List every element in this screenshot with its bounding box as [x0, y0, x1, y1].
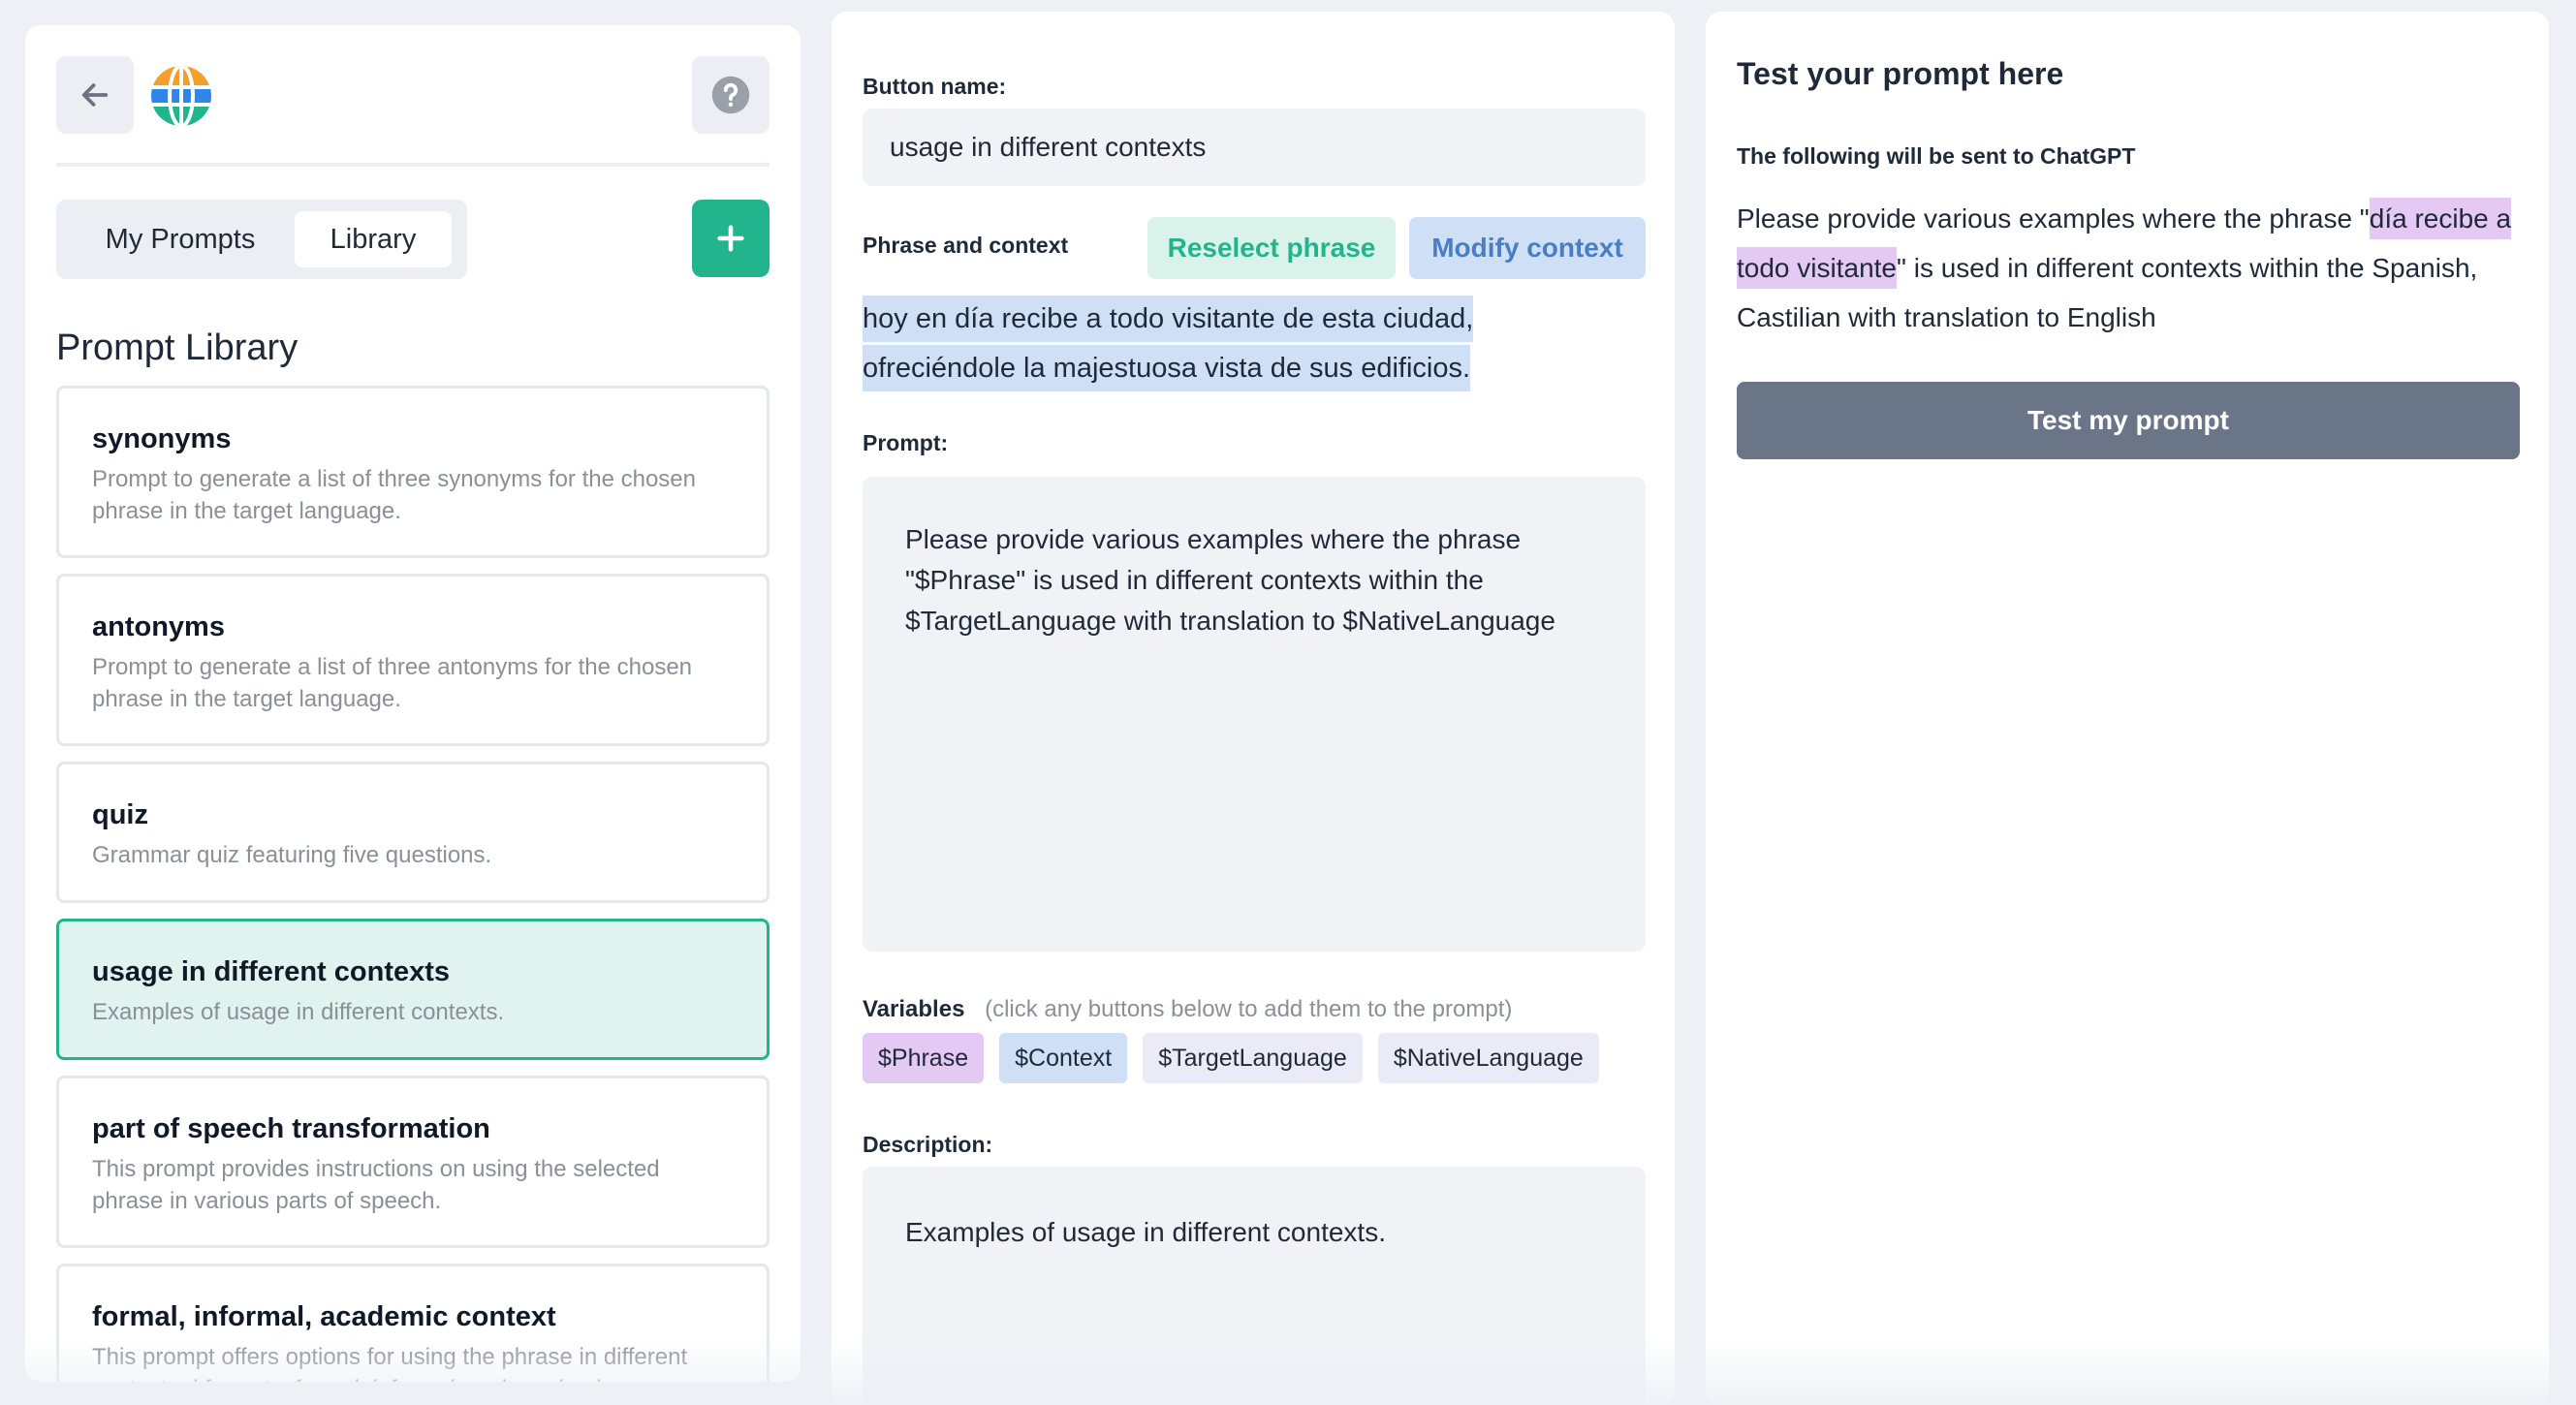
card-description: Grammar quiz featuring five questions.	[92, 842, 492, 868]
card-title: quiz	[92, 799, 148, 830]
card-description: This prompt provides instructions on usi…	[92, 1156, 660, 1214]
variable-chip-context[interactable]: $Context	[999, 1033, 1128, 1083]
prompt-editor-panel: Button name: usage in different contexts…	[832, 12, 1675, 1405]
sent-to-label: The following will be sent to ChatGPT	[1737, 143, 2136, 169]
help-button[interactable]	[692, 56, 770, 134]
reselect-phrase-button[interactable]: Reselect phrase	[1147, 217, 1396, 279]
context-line: hoy en día recibe a todo visitante de es…	[863, 296, 1474, 342]
card-description: Examples of usage in different contexts.	[92, 999, 505, 1025]
prompt-card-synonyms[interactable]: synonyms Prompt to generate a list of th…	[56, 386, 770, 558]
prompt-library-panel: My Prompts Library Prompt Library synony…	[25, 25, 801, 1382]
add-prompt-button[interactable]	[692, 200, 770, 277]
variables-label: Variables	[863, 996, 965, 1022]
description-textarea[interactable]: Examples of usage in different contexts.	[863, 1167, 1646, 1405]
prompt-card-formal-informal[interactable]: formal, informal, academic context This …	[56, 1264, 770, 1382]
card-title: usage in different contexts	[92, 956, 451, 987]
prompt-card-antonyms[interactable]: antonyms Prompt to generate a list of th…	[56, 574, 770, 746]
divider	[56, 163, 770, 167]
prompt-card-part-of-speech[interactable]: part of speech transformation This promp…	[56, 1076, 770, 1248]
prompt-preview: Please provide various examples where th…	[1737, 194, 2520, 342]
card-title: part of speech transformation	[92, 1113, 490, 1144]
description-label: Description:	[863, 1132, 993, 1157]
prompt-card-quiz[interactable]: quiz Grammar quiz featuring five questio…	[56, 762, 770, 903]
tab-library[interactable]: Library	[295, 211, 452, 267]
prompt-textarea[interactable]: Please provide various examples where th…	[863, 477, 1646, 952]
back-button[interactable]	[56, 56, 134, 134]
prompt-card-list: synonyms Prompt to generate a list of th…	[56, 386, 770, 1382]
test-panel-title: Test your prompt here	[1737, 56, 2064, 91]
context-text: hoy en día recibe a todo visitante de es…	[863, 295, 1646, 393]
button-name-label: Button name:	[863, 74, 1007, 99]
card-title: formal, informal, academic context	[92, 1301, 556, 1332]
button-name-input[interactable]: usage in different contexts	[863, 109, 1646, 186]
test-prompt-panel: Test your prompt here The following will…	[1706, 12, 2549, 1405]
library-title: Prompt Library	[56, 328, 298, 368]
variables-hint: (click any buttons below to add them to …	[985, 996, 1513, 1022]
card-description: Prompt to generate a list of three synon…	[92, 466, 696, 524]
preview-text: Please provide various examples where th…	[1737, 203, 2370, 234]
library-tabs: My Prompts Library	[56, 200, 467, 279]
variable-chips: $Phrase $Context $TargetLanguage $Native…	[863, 1033, 1599, 1083]
arrow-left-icon	[81, 83, 109, 107]
card-description: Prompt to generate a list of three anton…	[92, 654, 693, 712]
question-icon	[711, 76, 750, 114]
test-my-prompt-button[interactable]: Test my prompt	[1737, 382, 2520, 459]
variable-chip-phrase[interactable]: $Phrase	[863, 1033, 985, 1083]
prompt-label: Prompt:	[863, 430, 949, 455]
variables-row: Variables (click any buttons below to ad…	[863, 996, 1512, 1023]
phrase-context-label: Phrase and context	[863, 233, 1069, 258]
prompt-card-usage-in-contexts[interactable]: usage in different contexts Examples of …	[56, 919, 770, 1060]
modify-context-button[interactable]: Modify context	[1409, 217, 1646, 279]
variable-chip-native-language[interactable]: $NativeLanguage	[1377, 1033, 1599, 1083]
tab-my-prompts[interactable]: My Prompts	[66, 211, 295, 267]
plus-icon	[717, 225, 744, 252]
card-title: antonyms	[92, 611, 225, 642]
card-title: synonyms	[92, 423, 232, 454]
variable-chip-target-language[interactable]: $TargetLanguage	[1143, 1033, 1363, 1083]
card-description: This prompt offers options for using the…	[92, 1344, 688, 1382]
globe-icon	[151, 66, 211, 126]
context-line: ofreciéndole la majestuosa vista de sus …	[863, 345, 1471, 391]
